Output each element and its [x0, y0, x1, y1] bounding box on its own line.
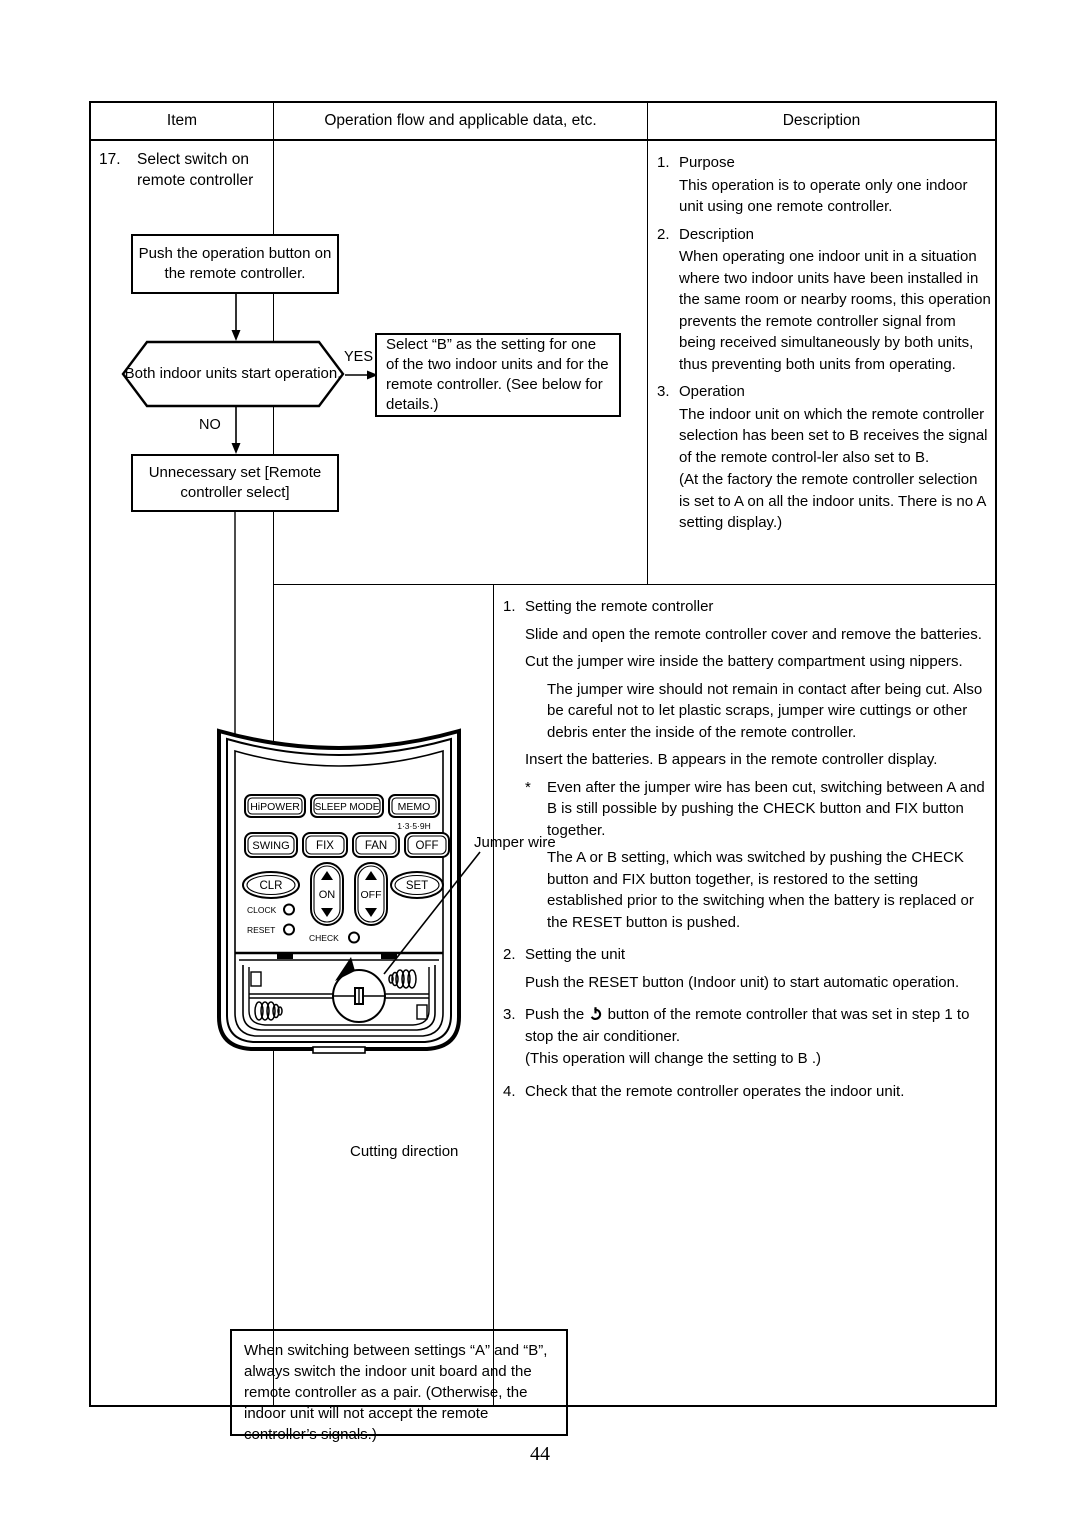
svg-text:CHECK: CHECK: [309, 933, 339, 943]
flow-decision-label: Both indoor units start operation.: [124, 365, 342, 382]
proc-p3: The jumper wire should not remain in con…: [547, 680, 983, 741]
flow-arrow-no-to-unnecessary: [231, 407, 241, 454]
flow-box-unnecessary-set: Unnecessary set [Remote controller selec…: [131, 454, 339, 512]
proc-p5: * Even after the jumper wire has been cu…: [503, 777, 985, 842]
desc-body-purpose: This operation is to operate only one in…: [679, 176, 968, 216]
svg-text:FIX: FIX: [316, 840, 334, 852]
proc-s3-p2: (This operation will change the setting …: [525, 1050, 821, 1067]
label-jumper-wire: Jumper wire: [474, 834, 556, 851]
desc-body-operation-1: The indoor unit on which the remote cont…: [679, 405, 988, 466]
proc-p2: Cut the jumper wire inside the battery c…: [525, 653, 963, 670]
power-button-icon: [588, 1006, 603, 1021]
proc-step-4: 4. Check that the remote controller oper…: [503, 1081, 985, 1103]
flow-arrow-yes-to-select-b: [345, 370, 378, 380]
desc-number-2: 2.: [657, 225, 670, 243]
flow-label-yes: YES: [344, 349, 374, 365]
proc-heading-setting-unit: 2. Setting the unit: [503, 944, 985, 966]
proc-heading-setting-remote: 1. Setting the remote controller: [503, 596, 985, 618]
label-cutting-direction: Cutting direction: [350, 1143, 459, 1160]
desc-number-3: 3.: [657, 383, 670, 400]
flow-arrow-push-to-decision: [231, 294, 241, 341]
proc-asterisk: *: [525, 778, 531, 796]
service-data-table: Item Operation flow and applicable data,…: [89, 101, 997, 1443]
desc-heading-purpose: 1. Purpose: [657, 152, 991, 174]
flow-label-no: NO: [199, 417, 221, 433]
proc-number-3: 3.: [503, 1006, 516, 1023]
warning-note-box: When switching between settings “A” and …: [230, 1329, 568, 1443]
page-number: 44: [530, 1443, 550, 1465]
proc-number-4: 4.: [503, 1082, 516, 1100]
proc-s2-p1: Push the RESET button (Indoor unit) to s…: [525, 973, 960, 991]
proc-heading-text-1: Setting the remote controller: [525, 598, 714, 615]
desc-heading-text-2: Description: [679, 225, 755, 243]
desc-heading-description: 2. Description: [657, 224, 991, 246]
flow-connector-to-illustration: [234, 512, 236, 740]
flow-decision-both-units-start: Both indoor units start operation.: [121, 340, 345, 408]
svg-text:SLEEP MODE: SLEEP MODE: [315, 802, 380, 813]
svg-text:CLOCK: CLOCK: [247, 905, 277, 915]
proc-step-3: 3. Push the button of the remote control…: [503, 1004, 985, 1047]
arrowhead-jumper-wire: [335, 957, 355, 981]
desc-body-operation-2: (At the factory the remote controller se…: [679, 471, 986, 531]
svg-text:HiPOWER: HiPOWER: [250, 801, 300, 813]
desc-heading-text-3: Operation: [679, 383, 745, 400]
desc-heading-operation: 3. Operation: [657, 381, 991, 403]
svg-text:ON: ON: [319, 889, 336, 901]
description-lower: 1. Setting the remote controller Slide a…: [503, 593, 985, 1102]
svg-text:SWING: SWING: [252, 840, 289, 852]
desc-heading-text-1: Purpose: [679, 154, 735, 171]
proc-number-2: 2.: [503, 946, 516, 963]
desc-number-1: 1.: [657, 154, 670, 171]
proc-p5-text: Even after the jumper wire has been cut,…: [547, 778, 985, 839]
desc-body-description: When operating one indoor unit in a situ…: [679, 248, 991, 373]
proc-number-1: 1.: [503, 598, 516, 615]
proc-p1: Slide and open the remote controller cov…: [525, 625, 982, 643]
proc-s4-text: Check that the remote controller operate…: [525, 1082, 905, 1100]
svg-text:RESET: RESET: [247, 925, 275, 935]
svg-text:MEMO: MEMO: [398, 801, 431, 813]
proc-p4: Insert the batteries. B appears in the r…: [525, 751, 938, 768]
flow-box-select-b: Select “B” as the setting for one of the…: [375, 333, 621, 417]
flow-box-push-operation-button: Push the operation button on the remote …: [131, 234, 339, 294]
svg-text:CLR: CLR: [259, 880, 282, 892]
proc-heading-text-2: Setting the unit: [525, 946, 626, 963]
svg-text:1·3·5·9H: 1·3·5·9H: [397, 821, 431, 831]
proc-s3-before: Push the: [525, 1006, 585, 1023]
proc-p6: The A or B setting, which was switched b…: [547, 849, 974, 931]
description-upper: 1. Purpose This operation is to operate …: [657, 149, 991, 534]
